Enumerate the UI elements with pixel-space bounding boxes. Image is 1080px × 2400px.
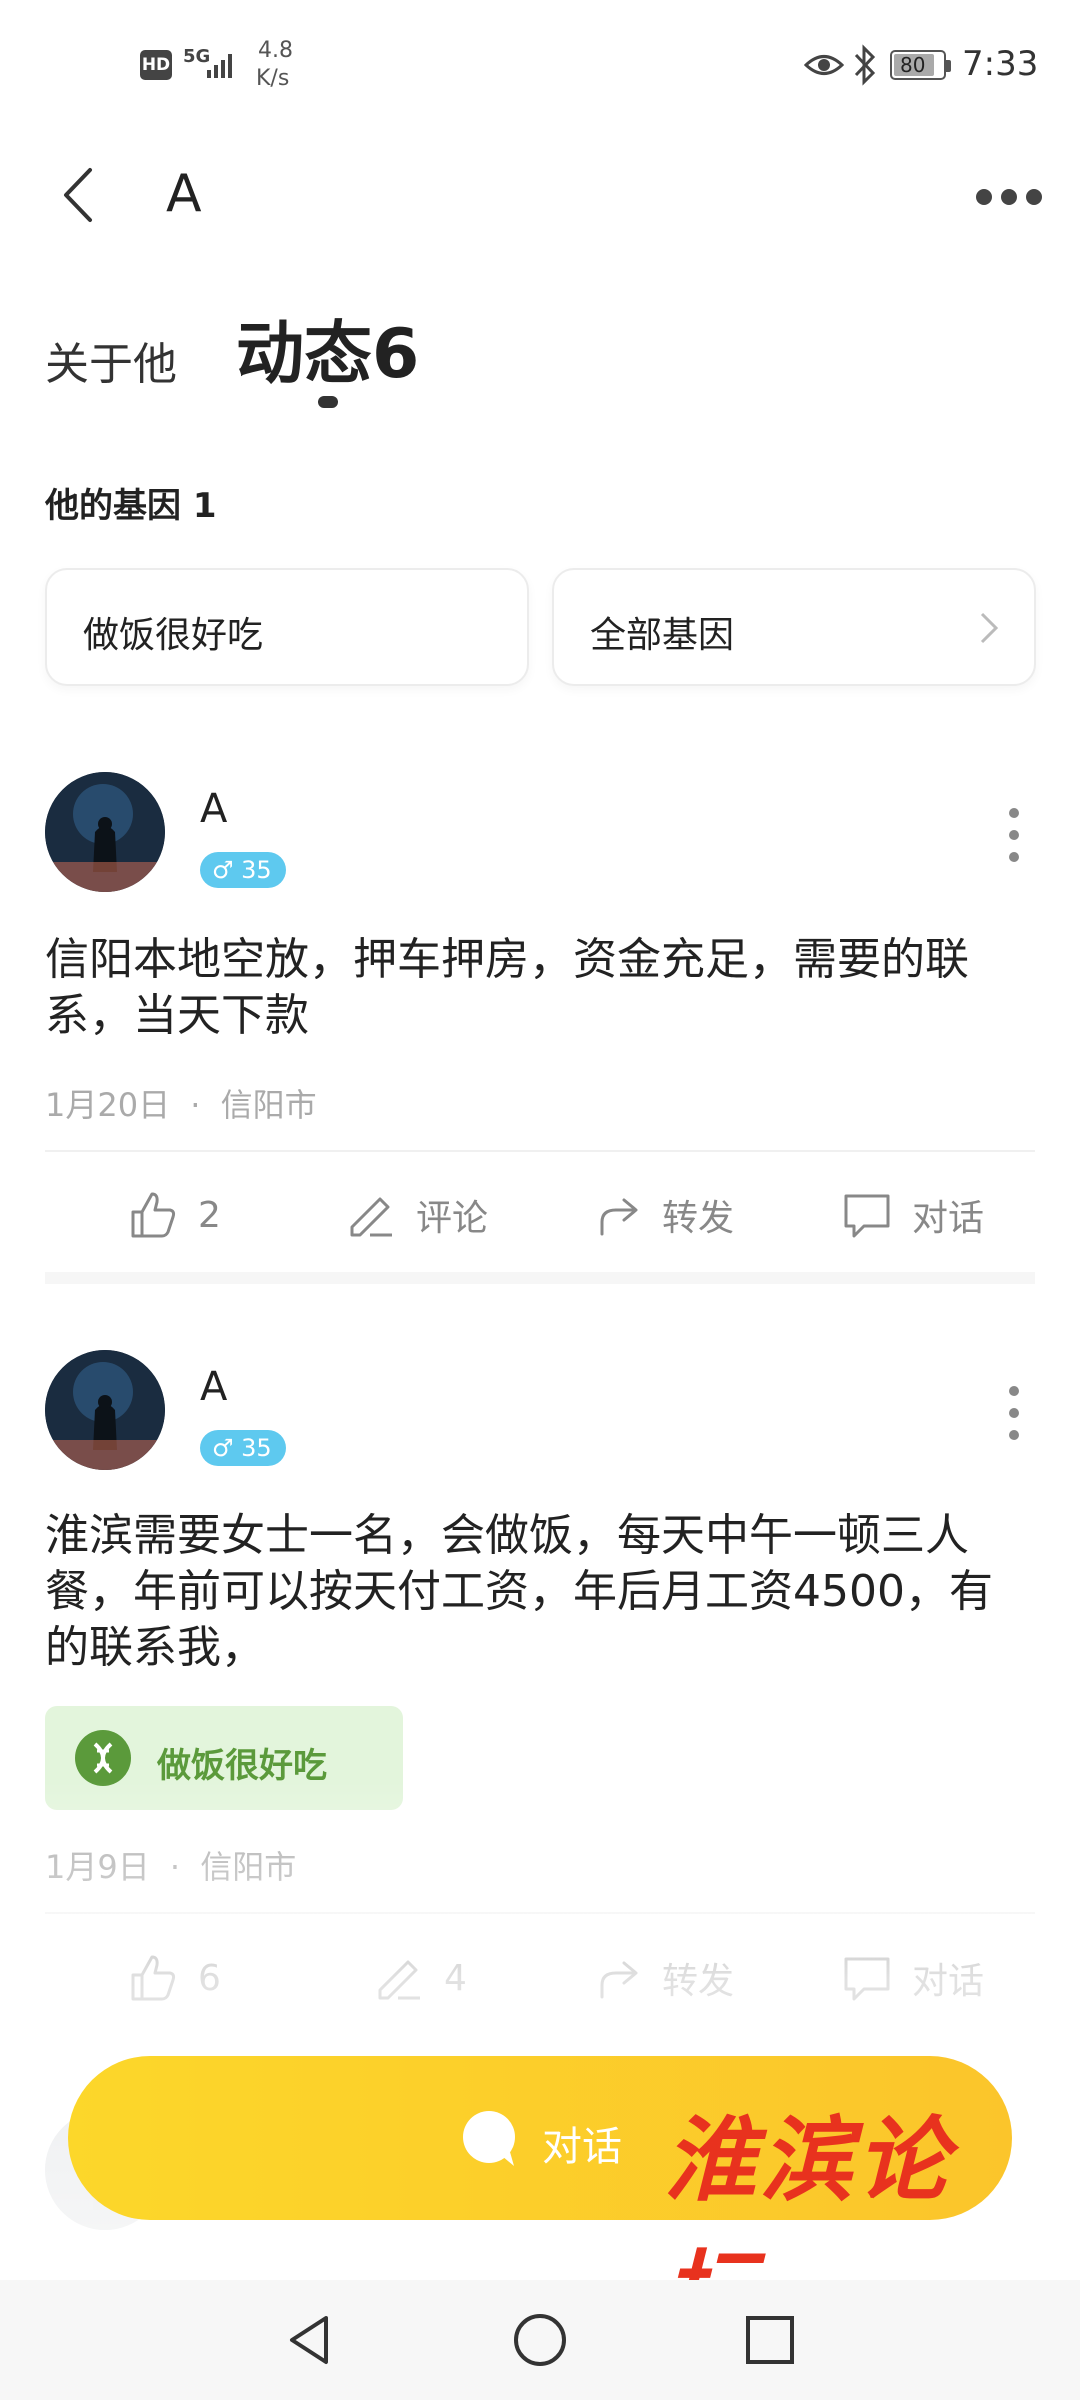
more-options-button[interactable] — [974, 182, 1044, 212]
edit-pen-icon — [378, 1960, 420, 2000]
age-value: 35 — [241, 1434, 272, 1462]
clock: 7:33 — [962, 44, 1039, 84]
divider — [45, 1150, 1035, 1152]
status-bar: HD 5G 4.8 K/s 80 7:33 — [0, 0, 1080, 130]
chat-button[interactable]: 对话 — [842, 1185, 984, 1245]
post-content: 淮滨需要女士一名，会做饭，每天中午一顿三人餐，年前可以按天付工资，年后月工资45… — [45, 1510, 993, 1673]
hd-label: HD — [141, 55, 171, 75]
hd-icon: HD — [140, 50, 172, 80]
more-horizontal-icon — [976, 189, 1042, 205]
share-label: 转发 — [662, 1961, 735, 2002]
post-content: 信阳本地空放，押车押房，资金充足，需要的联系，当天下款 — [45, 934, 969, 1041]
avatar[interactable] — [45, 772, 165, 892]
post-location: 信阳市 — [220, 1086, 317, 1124]
male-icon: ♂ — [212, 856, 234, 884]
battery-level: 80 — [900, 53, 926, 77]
post-more-button[interactable] — [1004, 1386, 1024, 1452]
like-button[interactable]: 2 — [128, 1185, 221, 1245]
gene-tag-label: 做饭很好吃 — [157, 1746, 327, 1786]
like-count: 6 — [198, 1957, 221, 1999]
chat-label: 对话 — [912, 1961, 985, 2002]
nav-back-button[interactable] — [280, 2310, 340, 2370]
net-speed-value: 4.8 — [258, 38, 293, 63]
avatar-image — [45, 772, 165, 892]
avatar[interactable] — [45, 1350, 165, 1470]
age-badge: ♂ 35 — [200, 852, 286, 888]
chat-label: 对话 — [912, 1198, 985, 1239]
header-title: A — [166, 164, 202, 224]
tab-indicator — [318, 396, 338, 408]
genes-title: 他的基因 1 — [45, 486, 217, 526]
like-button[interactable]: 6 — [128, 1948, 221, 2008]
circle-home-icon — [514, 2314, 566, 2366]
post-meta: 1月20日 · 信阳市 — [45, 1080, 317, 1126]
system-nav-bar — [0, 2280, 1080, 2400]
share-button[interactable]: 转发 — [596, 1185, 734, 1245]
chat-bubble-icon — [844, 1957, 890, 2001]
all-genes-button[interactable]: 全部基因 — [552, 568, 1036, 686]
chevron-left-icon — [64, 168, 92, 222]
meta-separator: · — [190, 1086, 201, 1124]
share-button[interactable]: 转发 — [596, 1948, 734, 2008]
post-location: 信阳市 — [200, 1848, 297, 1886]
avatar-image — [45, 1350, 165, 1470]
tab-posts[interactable]: 动态6 — [236, 298, 419, 397]
chat-button[interactable]: 对话 — [842, 1948, 984, 2008]
tab-about[interactable]: 关于他 — [45, 328, 177, 392]
post-more-button[interactable] — [1004, 808, 1024, 874]
post-separator — [45, 1272, 1035, 1284]
thumbs-up-icon — [131, 1955, 176, 2001]
bluetooth-icon — [852, 44, 878, 86]
triangle-back-icon — [290, 2316, 328, 2364]
post-date: 1月20日 — [45, 1086, 171, 1124]
share-forward-icon — [600, 1961, 638, 1999]
nav-home-button[interactable] — [510, 2310, 570, 2370]
chat-floating-button[interactable]: 对话 淮滨论坛 — [68, 2056, 1012, 2347]
chevron-right-icon — [980, 612, 999, 644]
post-author[interactable]: A — [200, 786, 227, 832]
eye-icon — [803, 48, 845, 82]
back-button[interactable] — [48, 160, 118, 230]
post-date: 1月9日 — [45, 1848, 150, 1886]
chat-bubble-icon — [458, 2108, 520, 2170]
gene-card[interactable]: 做饭很好吃 — [45, 568, 529, 686]
square-recents-icon — [746, 2316, 794, 2364]
like-count: 2 — [198, 1194, 221, 1236]
comment-button[interactable]: 评论 — [344, 1185, 488, 1245]
net-speed-unit: K/s — [256, 66, 290, 91]
gene-label: 做饭很好吃 — [83, 615, 264, 656]
dna-icon — [75, 1730, 131, 1786]
share-forward-icon — [600, 1198, 638, 1236]
post-meta: 1月9日 · 信阳市 — [45, 1842, 296, 1888]
battery-icon: 80 — [890, 50, 951, 80]
share-label: 转发 — [662, 1198, 735, 1239]
male-icon: ♂ — [212, 1434, 234, 1462]
age-value: 35 — [241, 856, 272, 884]
comment-label: 评论 — [416, 1198, 489, 1239]
post-author[interactable]: A — [200, 1364, 227, 1410]
nav-recents-button[interactable] — [740, 2310, 800, 2370]
gene-tag-chip[interactable]: 做饭很好吃 — [45, 1706, 403, 1810]
meta-separator: · — [169, 1848, 181, 1886]
comment-button[interactable]: 4 — [372, 1948, 467, 2008]
thumbs-up-icon — [131, 1192, 176, 1238]
top-app-bar: A — [0, 130, 1080, 260]
comment-count: 4 — [444, 1957, 467, 1999]
signal-icon — [206, 48, 238, 80]
divider — [45, 1912, 1035, 1914]
age-badge: ♂ 35 — [200, 1430, 286, 1466]
edit-pen-icon — [350, 1197, 392, 1237]
chat-bar-label: 对话 — [542, 2124, 622, 2170]
chat-bubble-icon — [844, 1194, 890, 1238]
all-genes-label: 全部基因 — [590, 615, 735, 656]
